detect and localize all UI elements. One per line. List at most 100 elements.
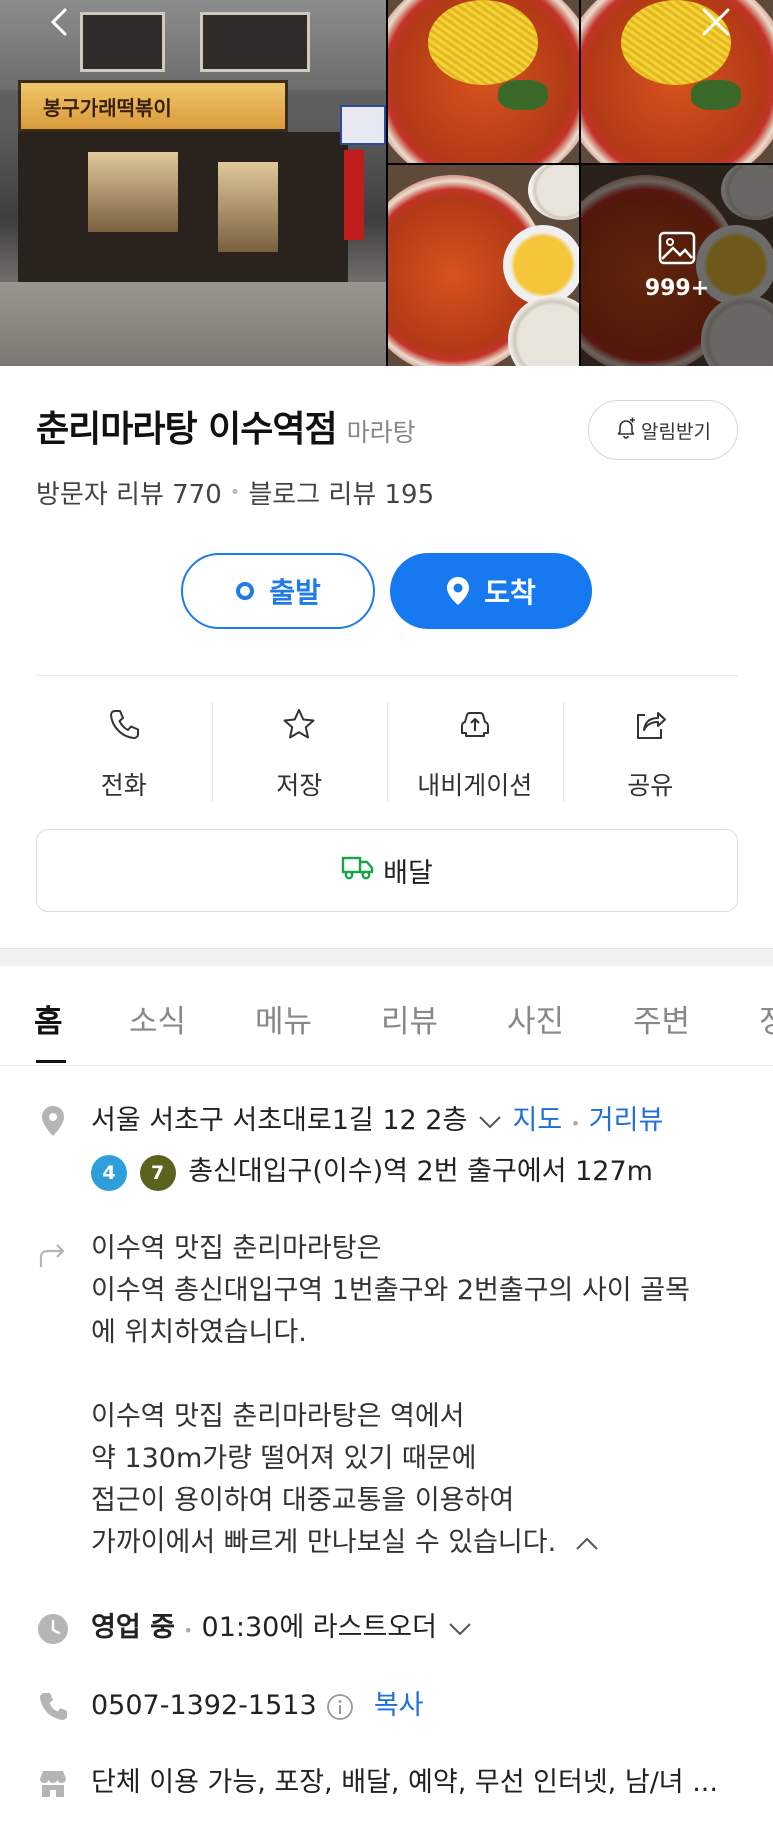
location-pin-icon xyxy=(446,576,470,606)
navigation-icon xyxy=(456,702,494,748)
separator-dot: • xyxy=(183,1621,193,1640)
hours-detail: 01:30에 라스트오더 xyxy=(201,1612,437,1643)
place-category: 마라탕 xyxy=(346,418,416,447)
share-button[interactable]: 공유 xyxy=(562,702,739,802)
storefront-photo[interactable]: 봉구가래떡볶이 xyxy=(0,0,386,366)
address-text: 서울 서초구 서초대로1길 12 2층 xyxy=(91,1105,468,1136)
food-photo[interactable] xyxy=(581,0,773,163)
tab-more[interactable]: 정 xyxy=(759,996,773,1041)
share-icon xyxy=(631,702,669,748)
description-line: 가까이에서 빠르게 만나보실 수 있습니다. xyxy=(91,1527,557,1558)
shop-door xyxy=(218,162,278,252)
hours-row[interactable]: 영업 중 • 01:30에 라스트오더 xyxy=(91,1607,773,1652)
shop-window xyxy=(88,152,178,232)
delivery-button[interactable]: 배달 xyxy=(36,829,738,912)
subway-line-7-badge: 7 xyxy=(139,1154,176,1191)
food-photo[interactable] xyxy=(388,0,579,163)
navigation-button[interactable]: 내비게이션 xyxy=(387,702,563,802)
map-link[interactable]: 지도 xyxy=(512,1105,562,1136)
place-description: 이수역 맛집 춘리마라탕은 이수역 총신대입구역 1번출구와 2번출구의 사이 … xyxy=(91,1228,751,1564)
more-photos-overlay: 999+ xyxy=(581,165,773,366)
side-sign xyxy=(340,105,386,145)
amenities-text: 단체 이용 가능, 포장, 배달, 예약, 무선 인터넷, 남/녀 ... xyxy=(91,1767,718,1798)
phone-row: 0507-1392-1513 복사 xyxy=(91,1685,773,1727)
delivery-label: 배달 xyxy=(383,858,433,889)
description-line: 에 위치하였습니다. xyxy=(91,1317,307,1348)
more-photos-count: 999+ xyxy=(644,276,710,301)
address-row: 서울 서초구 서초대로1길 12 2층 지도 • 거리뷰 xyxy=(91,1100,771,1145)
separator-dot: • xyxy=(229,482,241,503)
close-icon xyxy=(700,6,732,42)
call-label: 전화 xyxy=(100,771,147,800)
arrive-label: 도착 xyxy=(484,576,536,609)
description-line: 이수역 총신대입구역 1번출구와 2번출구의 사이 골목 xyxy=(91,1275,690,1306)
photo-gallery: 봉구가래떡볶이 999+ xyxy=(0,0,773,366)
visitor-reviews-link[interactable]: 방문자 리뷰 770 xyxy=(36,474,222,511)
review-counts: 방문자 리뷰 770 • 블로그 리뷰 195 xyxy=(36,474,434,511)
bell-plus-icon xyxy=(615,417,641,444)
place-name: 춘리마라탕 이수역점 xyxy=(36,409,338,450)
directions-arrow-icon xyxy=(36,1237,70,1271)
tab-home[interactable]: 홈 xyxy=(34,996,63,1041)
building-window xyxy=(80,12,165,72)
description-last-line: 가까이에서 빠르게 만나보실 수 있습니다. xyxy=(91,1522,751,1564)
amenities-row[interactable]: 단체 이용 가능, 포장, 배달, 예약, 무선 인터넷, 남/녀 ... xyxy=(91,1762,773,1804)
description-line: 접근이 용이하여 대중교통을 이용하여 xyxy=(91,1485,515,1516)
active-tab-indicator xyxy=(36,1060,66,1063)
alert-label: 알림받기 xyxy=(641,420,711,443)
delivery-truck-icon xyxy=(341,852,383,889)
street xyxy=(0,282,386,366)
blog-reviews-link[interactable]: 블로그 리뷰 195 xyxy=(248,474,434,511)
separator-dot: • xyxy=(570,1114,581,1133)
noodles xyxy=(428,0,538,85)
start-label: 출발 xyxy=(269,576,321,609)
save-button[interactable]: 저장 xyxy=(211,702,388,802)
description-line: 약 130m가량 떨어져 있기 때문에 xyxy=(91,1443,477,1474)
subway-line-4-badge: 4 xyxy=(91,1154,127,1191)
image-icon xyxy=(657,230,697,270)
call-button[interactable]: 전화 xyxy=(36,702,212,802)
alert-button[interactable]: 알림받기 xyxy=(588,400,738,460)
street-view-link[interactable]: 거리뷰 xyxy=(589,1105,664,1136)
food-photo[interactable] xyxy=(388,165,579,366)
side-dish xyxy=(503,225,579,305)
location-pin-icon xyxy=(36,1104,70,1138)
tab-news[interactable]: 소식 xyxy=(129,996,186,1041)
chevron-up-icon[interactable] xyxy=(565,1527,601,1558)
food-photo-more[interactable]: 999+ xyxy=(581,165,773,366)
phone-icon xyxy=(36,1690,70,1724)
back-icon xyxy=(44,6,76,42)
start-button[interactable]: 출발 xyxy=(181,553,375,629)
clock-icon xyxy=(36,1612,70,1646)
tab-menu[interactable]: 메뉴 xyxy=(255,996,312,1041)
subway-row: 4 7 총신대입구(이수)역 2번 출구에서 127m xyxy=(91,1151,771,1193)
greens xyxy=(498,80,548,110)
description-line: 이수역 맛집 춘리마라탕은 역에서 xyxy=(91,1401,465,1432)
info-circle-icon[interactable] xyxy=(325,1690,355,1721)
back-button[interactable] xyxy=(40,4,80,44)
action-bar: 전화 저장 내비게이션 공유 xyxy=(36,702,738,802)
tab-photos[interactable]: 사진 xyxy=(507,996,564,1041)
arrive-button[interactable]: 도착 xyxy=(390,553,592,629)
description-line: 이수역 맛집 춘리마라탕은 xyxy=(91,1233,382,1264)
chevron-down-icon[interactable] xyxy=(446,1612,474,1643)
share-label: 공유 xyxy=(627,771,674,800)
start-dot-icon xyxy=(235,581,255,601)
tab-bar: 홈 소식 메뉴 리뷰 사진 주변 정 xyxy=(0,966,773,1066)
storefront-sign-text: 봉구가래떡볶이 xyxy=(43,95,172,120)
divider xyxy=(36,675,738,676)
copy-button[interactable]: 복사 xyxy=(374,1690,424,1721)
close-button[interactable] xyxy=(696,4,736,44)
chevron-down-icon[interactable] xyxy=(476,1105,504,1136)
storefront-sign: 봉구가래떡볶이 xyxy=(18,80,288,132)
building-window xyxy=(200,12,310,72)
phone-number[interactable]: 0507-1392-1513 xyxy=(91,1690,317,1721)
tab-reviews[interactable]: 리뷰 xyxy=(381,996,438,1041)
navigation-label: 내비게이션 xyxy=(417,771,533,800)
subway-text: 총신대입구(이수)역 2번 출구에서 127m xyxy=(188,1156,653,1187)
red-banner xyxy=(344,150,364,240)
place-title-row: 춘리마라탕 이수역점 마라탕 xyxy=(36,400,416,452)
tab-nearby[interactable]: 주변 xyxy=(633,996,690,1041)
hours-status: 영업 중 xyxy=(91,1612,175,1643)
